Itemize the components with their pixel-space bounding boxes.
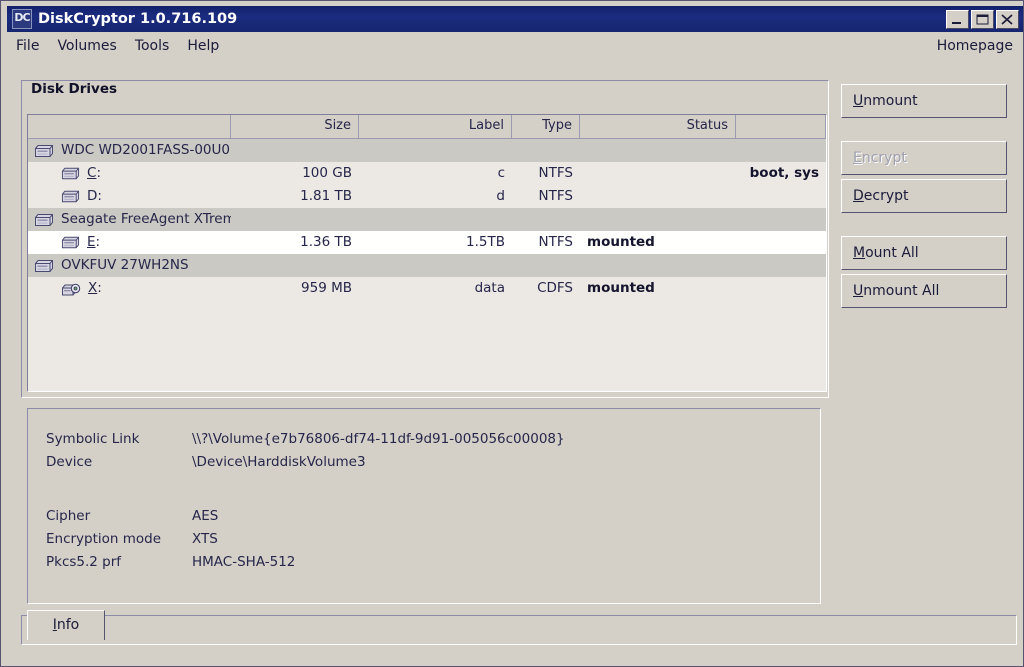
size-cell: 959 MB	[301, 280, 352, 296]
button-label: Mount All	[853, 245, 919, 261]
volume-row[interactable]: X: 959 MB data CDFS mounted	[28, 277, 826, 300]
mount-all-button[interactable]: Mount All	[841, 236, 1007, 270]
minimize-button[interactable]	[946, 9, 969, 29]
drive-name-cell: D:	[28, 185, 231, 208]
disk-row[interactable]: Seagate FreeAgent XTreme	[28, 208, 826, 231]
hard-disk-icon	[61, 234, 87, 251]
type-cell: NTFS	[538, 165, 573, 181]
hard-disk-icon	[61, 188, 87, 205]
menu-volumes[interactable]: Volumes	[48, 36, 125, 56]
hard-disk-icon	[34, 211, 61, 229]
label-cell: d	[496, 188, 505, 204]
column-header-label[interactable]: Label	[359, 115, 512, 139]
window-title: DiskCryptor 1.0.716.109	[38, 11, 238, 27]
column-header-size[interactable]: Size	[231, 115, 359, 139]
drive-name-label: WDC WD2001FASS-00U0B0	[61, 142, 231, 158]
volume-row[interactable]: E: 1.36 TB 1.5TB NTFS mounted	[28, 231, 826, 254]
button-label: Decrypt	[853, 188, 909, 204]
drive-name-label: Seagate FreeAgent XTreme	[61, 211, 231, 227]
disk-drives-list[interactable]: Size Label Type Status WDC WD2001FASS-00U0B…	[27, 114, 827, 392]
menubar: File Volumes Tools Help Homepage	[7, 34, 1023, 58]
hard-disk-icon	[34, 257, 61, 275]
tab-info[interactable]: Info	[27, 610, 105, 640]
menu-tools[interactable]: Tools	[126, 36, 179, 56]
status-cell: mounted	[587, 280, 655, 296]
hard-disk-icon	[61, 165, 87, 182]
disk-row[interactable]: WDC WD2001FASS-00U0B0	[28, 139, 826, 162]
drive-name-label: OVKFUV 27WH2NS	[61, 257, 189, 273]
decrypt-button[interactable]: Decrypt	[841, 179, 1007, 213]
drive-name-cell: X:	[28, 277, 231, 300]
size-cell: 100 GB	[302, 165, 352, 181]
diskcryptor-window: DC DiskCryptor 1.0.716.109 File Volumes …	[0, 0, 1024, 667]
info-value: XTS	[192, 531, 218, 547]
optical-drive-icon	[61, 281, 88, 297]
type-cell: NTFS	[538, 188, 573, 204]
info-key: Encryption mode	[46, 531, 162, 547]
flags-cell: boot, sys	[749, 165, 819, 181]
unmount-button[interactable]: Unmount	[841, 84, 1007, 118]
column-header-type[interactable]: Type	[512, 115, 580, 139]
drive-name-label: D:	[87, 188, 102, 204]
button-label: Unmount All	[853, 283, 940, 299]
disk-drives-legend: Disk Drives	[27, 81, 122, 97]
drive-name-cell: WDC WD2001FASS-00U0B0	[28, 139, 231, 162]
button-label: Unmount	[853, 93, 918, 109]
diskcryptor-icon[interactable]: DC	[12, 9, 32, 29]
maximize-button[interactable]	[971, 9, 994, 29]
button-label: Encrypt	[853, 150, 907, 166]
info-value: AES	[192, 508, 219, 524]
info-value: \Device\HarddiskVolume3	[192, 454, 366, 470]
status-cell: mounted	[587, 234, 655, 250]
size-cell: 1.81 TB	[300, 188, 352, 204]
encrypt-button: Encrypt	[841, 141, 1007, 175]
titlebar: DC DiskCryptor 1.0.716.109	[7, 6, 1023, 32]
tab-info-label: Info	[52, 617, 80, 633]
list-header[interactable]: Size Label Type Status	[28, 115, 826, 139]
column-header-status[interactable]: Status	[580, 115, 736, 139]
info-value: HMAC-SHA-512	[192, 554, 296, 570]
drive-name-cell: E:	[28, 231, 231, 254]
drive-name-cell: OVKFUV 27WH2NS	[28, 254, 231, 277]
info-key: Symbolic Link	[46, 431, 140, 447]
info-key: Device	[46, 454, 93, 470]
info-key: Pkcs5.2 prf	[46, 554, 122, 570]
homepage-link[interactable]: Homepage	[937, 38, 1013, 54]
column-header-blank-5[interactable]	[736, 115, 826, 139]
size-cell: 1.36 TB	[300, 234, 352, 250]
info-key: Cipher	[46, 508, 91, 524]
menu-help[interactable]: Help	[178, 36, 228, 56]
drive-name-label: X:	[88, 280, 102, 296]
window-controls	[946, 9, 1019, 29]
volume-row[interactable]: D: 1.81 TB d NTFS	[28, 185, 826, 208]
drive-name-cell: Seagate FreeAgent XTreme	[28, 208, 231, 231]
drive-name-cell: C:	[28, 162, 231, 185]
menu-file[interactable]: File	[7, 36, 48, 56]
list-body[interactable]: WDC WD2001FASS-00U0B0 C: 100 GB c NTFS boot, …	[28, 139, 826, 300]
label-cell: data	[474, 280, 505, 296]
disk-row[interactable]: OVKFUV 27WH2NS	[28, 254, 826, 277]
info-value: \\?\Volume{e7b76806-df74-11df-9d91-00505…	[192, 431, 565, 447]
tabstrip: Info	[21, 610, 1021, 646]
app-icon-text: DC	[14, 11, 30, 24]
drive-name-label: E:	[87, 234, 101, 250]
label-cell: 1.5TB	[466, 234, 505, 250]
type-cell: NTFS	[538, 234, 573, 250]
label-cell: c	[497, 165, 505, 181]
tabstrip-background	[21, 615, 1017, 645]
unmount-all-button[interactable]: Unmount All	[841, 274, 1007, 308]
hard-disk-icon	[34, 142, 61, 160]
drive-name-label: C:	[87, 165, 101, 181]
volume-row[interactable]: C: 100 GB c NTFS boot, sys	[28, 162, 826, 185]
close-button[interactable]	[996, 9, 1019, 29]
column-header-blank-0[interactable]	[28, 115, 231, 139]
action-buttons-panel: Unmount Encrypt Decrypt Mount All Unmount Al…	[839, 80, 1015, 314]
volume-info-panel: Symbolic Link \\?\Volume{e7b76806-df74-11…	[27, 408, 821, 604]
type-cell: CDFS	[537, 280, 573, 296]
